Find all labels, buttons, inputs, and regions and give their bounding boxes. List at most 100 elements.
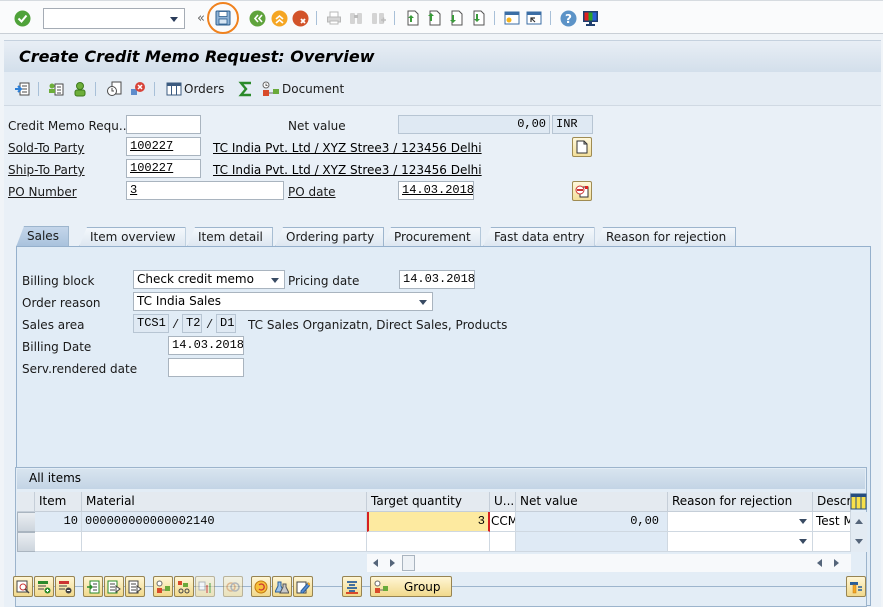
table-configuration-button[interactable] <box>846 576 866 597</box>
cell-reason-for-rejection[interactable] <box>668 532 813 552</box>
document-button[interactable]: Document <box>261 72 344 106</box>
insert-row-button[interactable] <box>34 576 54 597</box>
cell-target-quantity[interactable]: 3 <box>367 512 490 532</box>
tab-reason-for-rejection[interactable]: Reason for rejection <box>595 227 737 247</box>
column-header-material[interactable]: Material <box>82 492 367 512</box>
row-selector[interactable] <box>17 532 36 552</box>
new-session-icon[interactable] <box>503 9 521 27</box>
chart-button[interactable] <box>195 576 215 597</box>
exit-icon[interactable] <box>270 9 288 27</box>
scroll-down-icon[interactable] <box>855 539 863 544</box>
next-page-icon[interactable] <box>447 9 465 27</box>
pricing-date-input[interactable]: 14.03.2018 <box>399 270 475 289</box>
attachments-button[interactable] <box>223 576 243 597</box>
scroll-left-icon[interactable] <box>373 559 378 567</box>
cell-target-quantity[interactable] <box>367 532 490 552</box>
po-number-label[interactable]: PO Number <box>8 185 77 199</box>
status-overview-icon[interactable] <box>105 80 123 98</box>
ship-to-label[interactable]: Ship-To Party <box>8 163 85 177</box>
sold-to-label[interactable]: Sold-To Party <box>8 141 84 155</box>
previous-page-icon[interactable] <box>425 9 443 27</box>
command-field[interactable] <box>43 8 185 29</box>
scroll-left-icon[interactable] <box>817 559 822 567</box>
delete-row-button[interactable] <box>55 576 75 597</box>
table-settings-icon[interactable] <box>850 493 868 511</box>
sort-button[interactable] <box>342 576 362 597</box>
header-partners-icon[interactable] <box>47 80 65 98</box>
group-button[interactable]: Group <box>370 576 452 597</box>
reject-items-icon[interactable] <box>129 80 147 98</box>
scroll-right-icon[interactable] <box>390 559 395 567</box>
credit-memo-input[interactable] <box>126 115 201 134</box>
first-page-icon[interactable] <box>403 9 421 27</box>
configuration-button[interactable] <box>174 576 194 597</box>
row-selector[interactable] <box>17 512 36 532</box>
column-header-target-quantity[interactable]: Target quantity <box>367 492 490 512</box>
vertical-scrollbar[interactable] <box>851 512 867 552</box>
help-icon[interactable]: ? <box>559 9 577 27</box>
customize-layout-icon[interactable] <box>581 9 599 27</box>
sold-to-input[interactable]: 100227 <box>126 137 201 156</box>
cell-reason-for-rejection[interactable] <box>668 512 813 532</box>
save-icon[interactable] <box>214 9 232 27</box>
cell-description[interactable]: Test M <box>813 512 851 532</box>
select-all-header[interactable] <box>17 492 35 512</box>
column-header-reason-for-rejection[interactable]: Reason for rejection <box>668 492 813 512</box>
po-date-label[interactable]: PO date <box>288 185 336 199</box>
document-flow-button[interactable] <box>153 576 173 597</box>
cell-description[interactable] <box>813 532 851 552</box>
document-flow-icon <box>156 580 170 593</box>
horizontal-scrollbar[interactable] <box>367 554 851 572</box>
find-icon[interactable] <box>347 9 365 27</box>
sum-icon[interactable] <box>237 80 255 98</box>
cancel-icon[interactable] <box>291 9 309 27</box>
scroll-up-icon[interactable] <box>855 519 863 524</box>
material-determination-button[interactable] <box>272 576 292 597</box>
scroll-right-icon[interactable] <box>834 559 839 567</box>
enter-icon[interactable] <box>13 9 31 27</box>
last-page-icon[interactable] <box>469 9 487 27</box>
po-date-input[interactable]: 14.03.2018 <box>398 181 474 200</box>
select-block-button[interactable] <box>104 576 124 597</box>
ship-to-description[interactable]: TC India Pvt. Ltd / XYZ Stree3 / 123456 … <box>213 163 482 177</box>
po-number-input[interactable]: 3 <box>126 181 284 200</box>
billing-date-input[interactable]: 14.03.2018 <box>168 336 244 355</box>
column-header-description[interactable]: Descri <box>813 492 851 512</box>
column-header-item[interactable]: Item <box>35 492 82 512</box>
cell-unit[interactable] <box>490 532 516 552</box>
orders-button[interactable]: Orders <box>164 72 226 106</box>
column-header-net-value[interactable]: Net value <box>516 492 668 512</box>
item-detail-button[interactable] <box>13 576 33 597</box>
column-header-unit[interactable]: U... <box>490 492 516 512</box>
cell-unit[interactable]: CCM <box>490 512 516 532</box>
sold-to-description[interactable]: TC India Pvt. Ltd / XYZ Stree3 / 123456 … <box>213 141 482 155</box>
deselect-all-button[interactable] <box>125 576 145 597</box>
tab-procurement[interactable]: Procurement <box>383 227 481 247</box>
tab-item-detail[interactable]: Item detail <box>187 227 273 247</box>
print-icon[interactable] <box>325 9 343 27</box>
display-doc-header-icon[interactable] <box>13 80 31 98</box>
serv-rendered-input[interactable] <box>168 358 244 377</box>
scroll-thumb[interactable] <box>402 555 415 571</box>
conditions-button[interactable] <box>251 576 271 597</box>
ship-to-input[interactable]: 100227 <box>126 159 201 178</box>
edit-item-button[interactable] <box>293 576 313 597</box>
cell-value: 10 <box>63 514 78 528</box>
order-reason-select[interactable]: TC India Sales <box>133 292 433 311</box>
billing-block-select[interactable]: Check credit memo <box>133 270 285 289</box>
tab-ordering-party[interactable]: Ordering party <box>275 227 385 247</box>
display-po-button[interactable] <box>572 181 592 201</box>
create-shortcut-icon[interactable] <box>525 9 543 27</box>
select-all-button[interactable] <box>83 576 103 597</box>
tab-fast-data-entry[interactable]: Fast data entry <box>483 227 595 247</box>
find-next-icon[interactable] <box>369 9 387 27</box>
business-partner-icon[interactable] <box>71 80 89 98</box>
cell-material[interactable] <box>82 532 367 552</box>
cell-item[interactable] <box>35 532 82 552</box>
back-icon[interactable] <box>248 9 266 27</box>
tab-sales[interactable]: Sales <box>16 226 69 247</box>
header-details-button[interactable] <box>572 137 592 157</box>
sales-area-separator: / <box>172 318 180 332</box>
chevron-down-icon[interactable] <box>170 17 178 22</box>
tab-item-overview[interactable]: Item overview <box>79 227 186 247</box>
